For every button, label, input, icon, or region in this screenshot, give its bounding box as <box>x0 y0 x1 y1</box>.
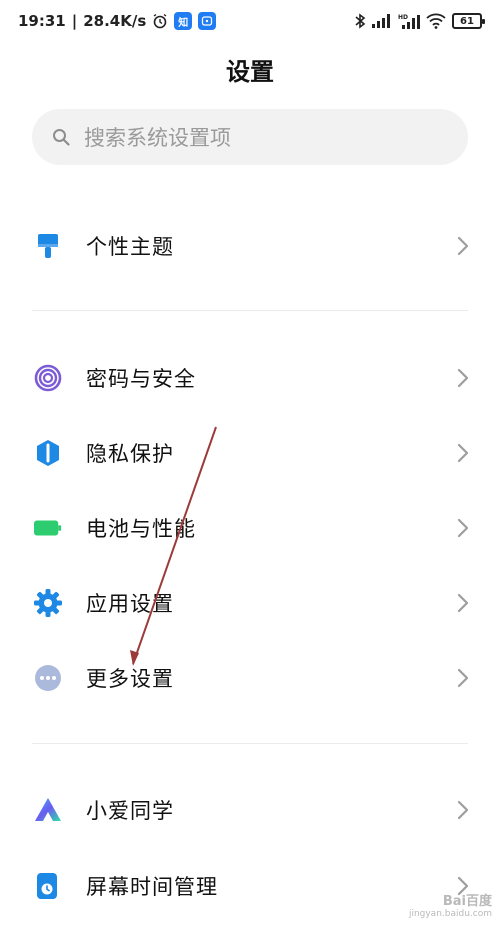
chevron-right-icon <box>457 668 469 688</box>
wifi-icon <box>426 13 446 29</box>
baidu-watermark: Bai百度 jingyan.baidu.com <box>409 890 492 919</box>
more-dots-icon <box>34 664 62 692</box>
app-badge-message-icon <box>198 12 217 30</box>
battery-icon: 61 <box>452 13 485 29</box>
status-network-speed: 28.4K/s <box>83 12 147 30</box>
app-badge-zhihu: 知 <box>174 12 193 30</box>
settings-item-battery-performance[interactable]: 电池与性能 <box>0 494 500 562</box>
settings-item-xiaoai[interactable]: 小爱同学 <box>0 776 500 844</box>
settings-item-password-security[interactable]: 密码与安全 <box>0 344 500 412</box>
svg-text:HD: HD <box>398 14 408 21</box>
settings-item-label: 应用设置 <box>86 592 174 616</box>
hd-signal-icon: HD <box>398 14 420 29</box>
privacy-shield-icon <box>34 439 62 467</box>
settings-item-label: 小爱同学 <box>86 799 174 823</box>
settings-item-theme[interactable]: 个性主题 <box>0 212 500 280</box>
status-bar: 19:31 | 28.4K/s 知 HD 61 <box>0 0 500 42</box>
settings-item-more-settings[interactable]: 更多设置 <box>0 644 500 712</box>
group-divider <box>32 743 468 744</box>
chevron-right-icon <box>457 593 469 613</box>
group-divider <box>32 310 468 311</box>
watermark-logo-text: Bai百度 <box>442 894 492 909</box>
status-bar-left: 19:31 | 28.4K/s 知 <box>18 12 217 30</box>
chevron-right-icon <box>457 443 469 463</box>
alarm-icon <box>153 13 167 29</box>
settings-item-label: 密码与安全 <box>86 367 196 391</box>
page-title: 设置 <box>226 58 274 86</box>
search-icon <box>53 129 70 146</box>
settings-item-label: 更多设置 <box>86 667 174 691</box>
settings-item-label: 个性主题 <box>86 235 174 259</box>
signal-icon <box>372 14 390 28</box>
gear-icon <box>34 589 62 617</box>
settings-item-label: 电池与性能 <box>86 517 196 541</box>
status-separator: | <box>71 12 78 30</box>
search-placeholder: 搜索系统设置项 <box>84 126 231 150</box>
screen-time-icon <box>34 872 62 900</box>
chevron-right-icon <box>457 518 469 538</box>
fingerprint-icon <box>34 364 62 392</box>
xiaoai-icon <box>34 796 62 824</box>
settings-item-label: 屏幕时间管理 <box>86 875 218 899</box>
bluetooth-icon <box>355 13 366 29</box>
battery-icon <box>34 514 62 542</box>
chevron-right-icon <box>457 800 469 820</box>
theme-brush-icon <box>34 232 62 260</box>
status-time: 19:31 <box>18 12 66 30</box>
search-input[interactable]: 搜索系统设置项 <box>32 109 468 165</box>
chevron-right-icon <box>457 368 469 388</box>
status-bar-right: HD 61 <box>354 13 485 29</box>
settings-item-app-settings[interactable]: 应用设置 <box>0 569 500 637</box>
settings-item-privacy[interactable]: 隐私保护 <box>0 419 500 487</box>
chevron-right-icon <box>457 236 469 256</box>
settings-item-label: 隐私保护 <box>86 442 174 466</box>
watermark-url: jingyan.baidu.com <box>408 909 492 919</box>
